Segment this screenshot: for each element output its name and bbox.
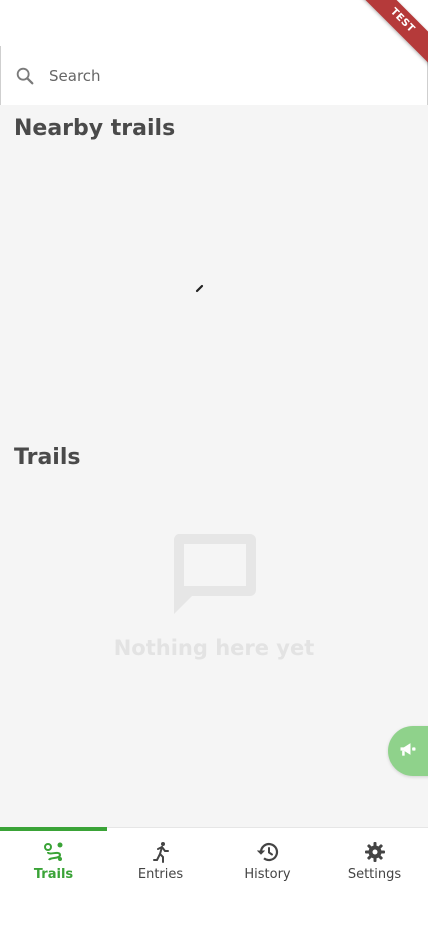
announcement-button[interactable]: [388, 726, 428, 776]
bottom-navigation: Trails Entries History Settings: [0, 827, 428, 926]
route-icon: [42, 840, 66, 864]
empty-state: Nothing here yet: [0, 528, 428, 660]
nearby-trails-heading: Nearby trails: [14, 116, 176, 141]
nav-label-entries: Entries: [137, 867, 184, 882]
nav-item-settings[interactable]: Settings: [321, 828, 428, 926]
gear-icon: [363, 840, 387, 864]
history-icon: [256, 840, 280, 864]
nav-item-trails[interactable]: Trails: [0, 827, 107, 926]
search-icon: [13, 64, 37, 88]
app-screen: TEST Nearby trails Trails Nothing here y…: [0, 0, 428, 926]
test-ribbon-label: TEST: [358, 0, 428, 70]
nav-item-history[interactable]: History: [214, 828, 321, 926]
active-tab-indicator: [0, 827, 107, 831]
nav-label-settings: Settings: [347, 867, 402, 882]
loading-spinner-icon: [195, 278, 205, 293]
megaphone-icon: [398, 739, 418, 763]
trails-heading: Trails: [14, 445, 81, 470]
chat-bubble-icon: [170, 528, 258, 616]
test-ribbon: TEST: [358, 0, 428, 70]
empty-state-text: Nothing here yet: [113, 636, 315, 660]
nav-label-history: History: [244, 867, 291, 882]
search-input[interactable]: [49, 55, 389, 96]
running-person-icon: [149, 840, 173, 864]
nav-label-trails: Trails: [33, 867, 74, 882]
nav-item-entries[interactable]: Entries: [107, 828, 214, 926]
